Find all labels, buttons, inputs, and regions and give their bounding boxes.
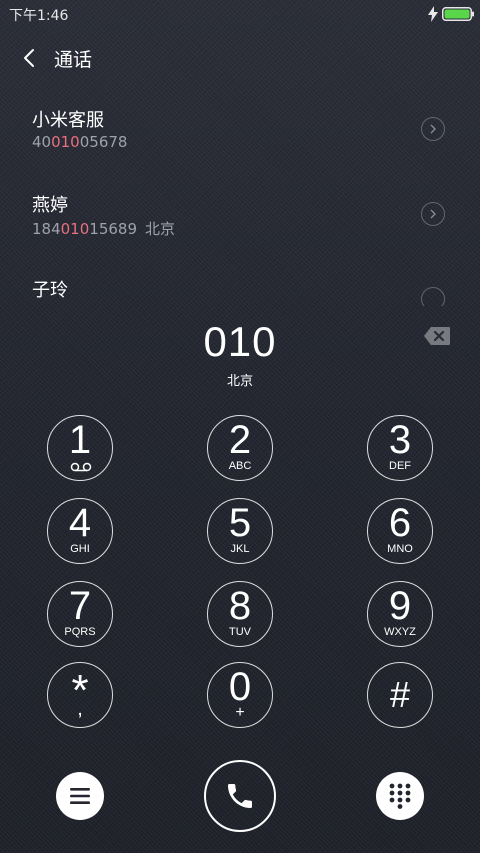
number-suffix: 05678 — [79, 133, 128, 151]
key-4[interactable]: 4 GHI — [47, 498, 113, 564]
key-8[interactable]: 8 TUV — [207, 581, 273, 647]
key-hash[interactable]: # — [367, 662, 433, 728]
dialed-number: 010 — [203, 318, 277, 365]
contact-detail-button[interactable] — [421, 287, 445, 306]
contact-row[interactable]: 燕婷 18401015689 北京 — [0, 191, 480, 275]
contact-detail-button[interactable] — [421, 117, 445, 141]
key-digit: 1 — [68, 418, 92, 462]
key-letters: WXYZ — [384, 626, 416, 638]
contact-number: 4001005678 — [32, 133, 127, 151]
charge-icon — [428, 6, 438, 22]
key-digit: 9 — [388, 584, 412, 628]
key-letters: GHI — [70, 543, 90, 555]
key-5[interactable]: 5 JKL — [207, 498, 273, 564]
status-bar: 下午1:46 — [0, 0, 480, 28]
number-match: 010 — [51, 133, 80, 151]
contact-location: 北京 — [145, 220, 176, 238]
key-digit: 7 — [68, 584, 92, 628]
phone-icon — [228, 784, 252, 808]
dialpad-toggle-button[interactable] — [376, 772, 424, 820]
contact-row[interactable]: 小米客服 4001005678 — [0, 106, 480, 190]
contact-detail-button[interactable] — [421, 202, 445, 226]
number-prefix: 184 — [32, 220, 61, 238]
key-9[interactable]: 9 WXYZ — [367, 581, 433, 647]
contact-number: 18401015689 北京 — [32, 218, 175, 239]
key-digit: 3 — [388, 418, 412, 462]
dialpad-icon — [389, 783, 411, 809]
call-button[interactable] — [204, 760, 276, 832]
key-digit: 0 — [228, 665, 252, 709]
backspace-icon — [424, 327, 450, 345]
backspace-button[interactable] — [423, 326, 451, 346]
key-digit: 6 — [388, 501, 412, 545]
chevron-right-icon — [430, 209, 436, 219]
number-match: 010 — [60, 220, 90, 238]
key-digit: 2 — [228, 418, 252, 462]
key-0[interactable]: 0 + — [207, 662, 273, 728]
key-digit: 4 — [68, 501, 92, 545]
key-2[interactable]: 2 ABC — [207, 415, 273, 481]
key-1[interactable]: 1 — [47, 415, 113, 481]
contact-name: 小米客服 — [32, 110, 104, 131]
key-star[interactable]: * , — [47, 662, 113, 728]
key-7[interactable]: 7 PQRS — [47, 581, 113, 647]
key-letters: TUV — [229, 626, 251, 638]
key-6[interactable]: 6 MNO — [367, 498, 433, 564]
dialed-location: 北京 — [226, 374, 253, 389]
key-digit: 8 — [228, 584, 252, 628]
key-digit: 5 — [228, 501, 252, 545]
key-letters: ABC — [228, 460, 252, 472]
chevron-right-icon — [430, 124, 436, 134]
voicemail-icon — [70, 462, 92, 472]
key-digit: # — [389, 674, 411, 715]
menu-icon — [70, 788, 90, 804]
key-letters: + — [235, 704, 245, 721]
status-time: 下午1:46 — [9, 8, 69, 24]
chevron-left-icon — [24, 49, 34, 67]
page-title: 通话 — [54, 49, 93, 71]
key-letters: , — [77, 698, 83, 720]
back-button[interactable] — [14, 44, 44, 72]
number-prefix: 40 — [32, 133, 52, 151]
key-letters: MNO — [387, 543, 413, 555]
key-letters: DEF — [389, 460, 411, 472]
contact-name: 燕婷 — [32, 195, 68, 216]
contact-name: 子玲 — [32, 280, 68, 301]
contact-row[interactable]: 子玲 — [0, 276, 480, 306]
key-3[interactable]: 3 DEF — [367, 415, 433, 481]
key-letters: PQRS — [64, 626, 96, 638]
menu-button[interactable] — [56, 772, 104, 820]
number-suffix: 15689 — [89, 220, 137, 238]
battery-icon — [442, 7, 474, 21]
key-letters: JKL — [230, 543, 250, 555]
